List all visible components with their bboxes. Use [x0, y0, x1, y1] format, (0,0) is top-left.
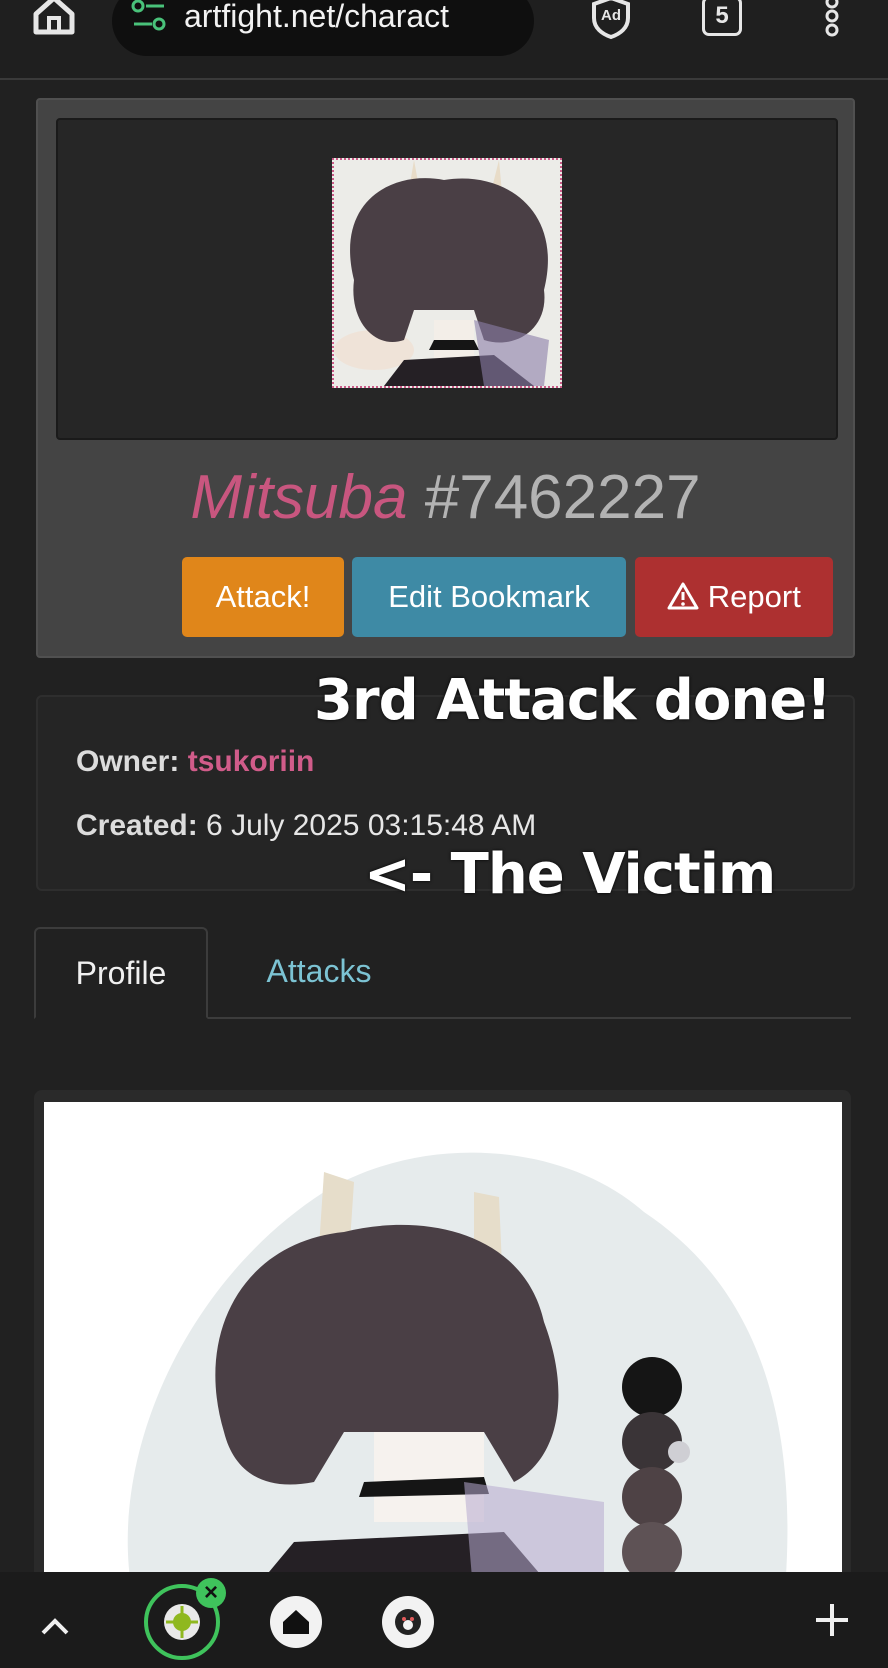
- owner-row: Owner: tsukoriin: [76, 745, 314, 779]
- close-tab-icon[interactable]: ×: [196, 1578, 226, 1608]
- adblock-icon[interactable]: Ad: [588, 0, 634, 40]
- edit-bookmark-button[interactable]: Edit Bookmark: [352, 557, 626, 637]
- avatar-icon: [395, 1609, 421, 1635]
- warning-icon: [667, 582, 699, 610]
- created-row: Created: 6 July 2025 03:15:48 AM: [76, 809, 536, 843]
- attack-button[interactable]: Attack!: [182, 557, 344, 637]
- owner-label: Owner:: [76, 745, 180, 778]
- svg-text:Ad: Ad: [601, 7, 621, 24]
- character-card: Mitsuba #7462227 Attack! Edit Bookmark R…: [36, 98, 855, 658]
- overflow-menu-icon[interactable]: [822, 0, 842, 38]
- character-reference-image[interactable]: [44, 1102, 842, 1590]
- tabs-icon[interactable]: 5: [702, 0, 742, 36]
- report-button[interactable]: Report: [635, 557, 833, 637]
- address-bar[interactable]: artfight.net/charact: [112, 0, 534, 56]
- url-text[interactable]: artfight.net/charact: [184, 0, 449, 35]
- chevron-up-icon[interactable]: [40, 1616, 70, 1636]
- owner-link[interactable]: tsukoriin: [188, 745, 315, 778]
- overlay-caption-victim: <- The Victim: [364, 842, 776, 907]
- browser-toolbar: artfight.net/charact Ad 5: [0, 0, 888, 80]
- character-title: Mitsuba #7462227: [38, 462, 853, 533]
- house-icon: [283, 1610, 309, 1634]
- character-name: Mitsuba: [190, 463, 408, 532]
- overlay-caption-attack: 3rd Attack done!: [314, 668, 832, 733]
- tab-attacks[interactable]: Attacks: [244, 927, 394, 1015]
- tab-favicon-home[interactable]: [270, 1596, 322, 1648]
- character-thumbnail[interactable]: [332, 158, 562, 388]
- character-id: #7462227: [424, 463, 701, 532]
- created-date: 6 July 2025 03:15:48 AM: [206, 809, 537, 842]
- browser-tab-strip: ×: [0, 1572, 888, 1668]
- character-image-frame: [56, 118, 838, 440]
- profile-tabs: Profile Attacks: [34, 927, 851, 1019]
- profile-panel: [34, 1090, 851, 1590]
- virus-favicon-icon: [164, 1604, 200, 1640]
- tab-favicon-avatar[interactable]: [382, 1596, 434, 1648]
- new-tab-plus-icon[interactable]: [814, 1602, 850, 1638]
- site-settings-icon[interactable]: [130, 0, 168, 34]
- tab-profile[interactable]: Profile: [34, 927, 208, 1019]
- created-label: Created:: [76, 809, 198, 842]
- report-label: Report: [707, 579, 801, 614]
- home-icon[interactable]: [30, 0, 78, 38]
